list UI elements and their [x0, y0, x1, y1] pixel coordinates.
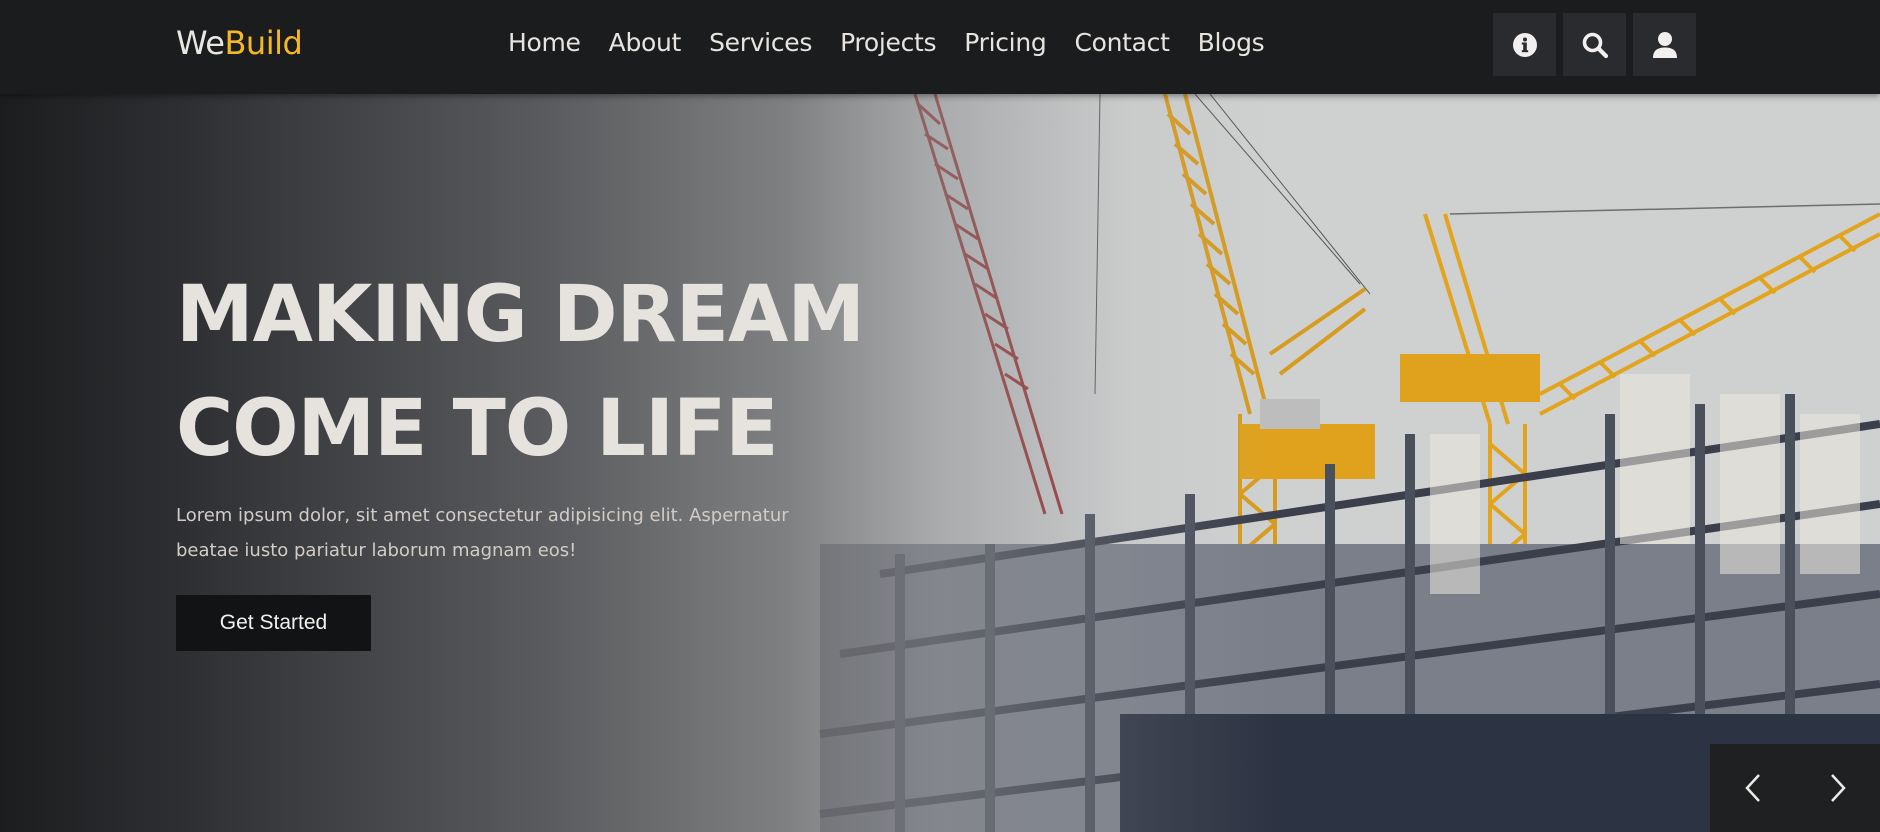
logo[interactable]: WeBuild: [176, 24, 303, 62]
nav-projects[interactable]: Projects: [840, 26, 936, 60]
nav-pricing[interactable]: Pricing: [964, 26, 1046, 60]
info-button[interactable]: [1493, 13, 1556, 76]
get-started-button[interactable]: Get Started: [176, 595, 371, 651]
slider-controls: [1710, 744, 1880, 832]
site-header: WeBuild Home About Services Projects Pri…: [0, 0, 1880, 94]
logo-part-build: Build: [224, 24, 303, 62]
search-button[interactable]: [1563, 13, 1626, 76]
nav-contact[interactable]: Contact: [1074, 26, 1169, 60]
hero-title-line2: COME TO LIFE: [176, 384, 779, 474]
chevron-right-icon: [1830, 774, 1846, 802]
hero-description: Lorem ipsum dolor, sit amet consectetur …: [176, 505, 789, 561]
chevron-left-icon: [1744, 774, 1760, 802]
account-button[interactable]: [1633, 13, 1696, 76]
main-nav: Home About Services Projects Pricing Con…: [508, 26, 1292, 60]
user-icon: [1652, 31, 1677, 58]
info-icon: [1512, 32, 1537, 57]
nav-blogs[interactable]: Blogs: [1198, 26, 1265, 60]
search-icon: [1582, 32, 1608, 58]
hero-section: MAKING DREAM COME TO LIFE Lorem ipsum do…: [0, 94, 1880, 832]
hero-title-line1: MAKING DREAM: [176, 270, 865, 360]
slide-next-button[interactable]: [1808, 758, 1868, 818]
nav-services[interactable]: Services: [709, 26, 812, 60]
nav-home[interactable]: Home: [508, 26, 581, 60]
nav-about[interactable]: About: [609, 26, 682, 60]
logo-part-we: We: [176, 24, 225, 62]
slide-prev-button[interactable]: [1723, 758, 1783, 818]
